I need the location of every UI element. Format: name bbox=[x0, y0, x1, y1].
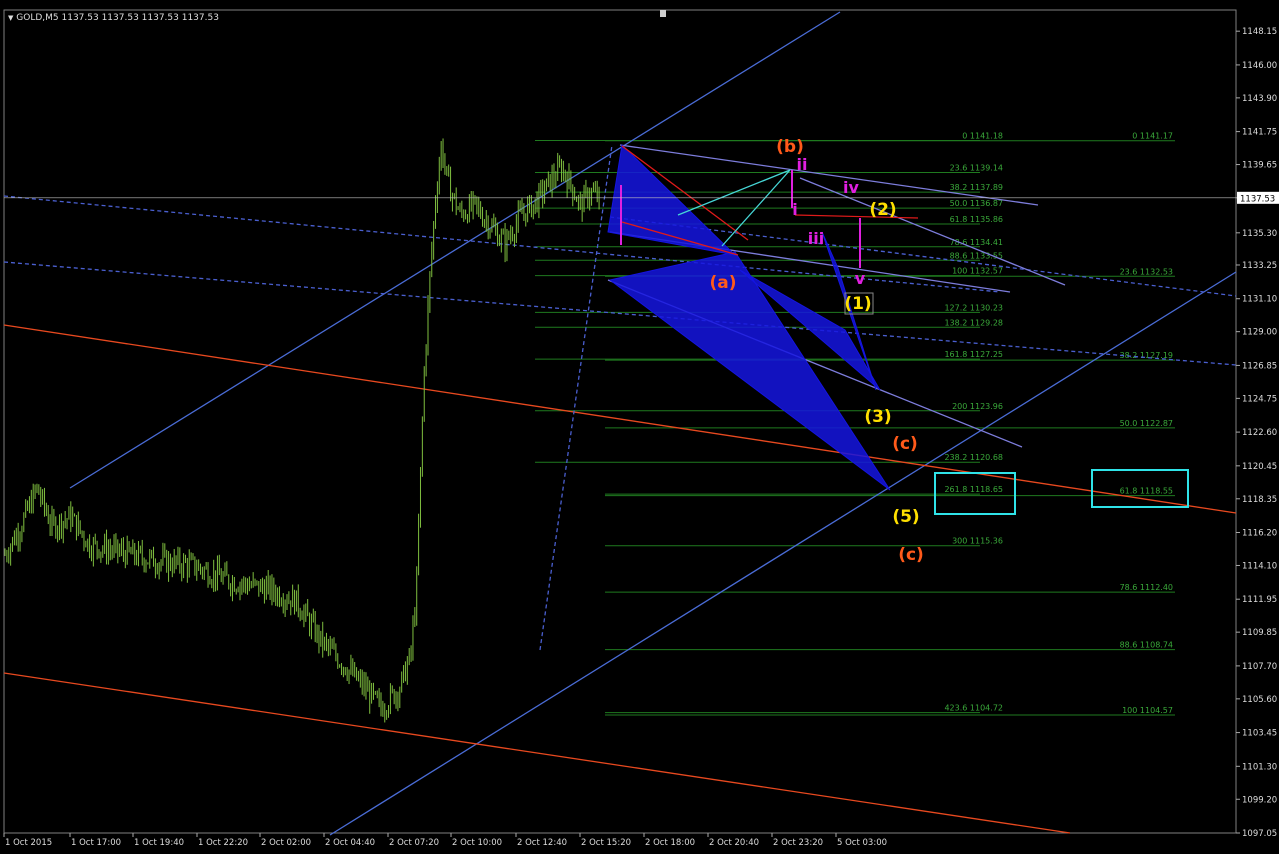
wave-label: v bbox=[855, 269, 866, 288]
time-tick-label: 1 Oct 22:20 bbox=[198, 838, 248, 848]
symbol-label: GOLD,M5 bbox=[16, 13, 59, 23]
time-tick-label: 2 Oct 07:20 bbox=[389, 838, 439, 848]
time-tick-label: 1 Oct 2015 bbox=[5, 838, 52, 848]
time-tick-label: 2 Oct 23:20 bbox=[773, 838, 823, 848]
price-tick-label: 1101.30 bbox=[1242, 762, 1277, 772]
fibo-level-label: 300 1115.36 bbox=[952, 537, 1003, 546]
scroll-handle[interactable] bbox=[660, 10, 666, 17]
price-tick-label: 1103.45 bbox=[1242, 729, 1277, 739]
price-tick-label: 1129.00 bbox=[1242, 328, 1277, 338]
price-tick-label: 1143.90 bbox=[1242, 94, 1277, 104]
purple-line-iv bbox=[799, 177, 1066, 286]
wave-label: iv bbox=[843, 178, 859, 197]
price-axis: 1148.15 1146.00 1143.90 1141.75 1139.65 1137.… bbox=[1236, 27, 1277, 839]
dashed-line-upper bbox=[3, 195, 1001, 293]
wave-label: (5) bbox=[892, 507, 919, 527]
fibo-level-label: 127.2 1130.23 bbox=[944, 303, 1003, 312]
price-tick-label: 1148.15 bbox=[1242, 27, 1277, 37]
current-price-label: 1137.53 bbox=[1240, 194, 1275, 204]
fibo-level-label: 38.2 1137.89 bbox=[950, 183, 1003, 192]
wave-label: (b) bbox=[776, 137, 804, 157]
time-axis: 1 Oct 2015 1 Oct 17:00 1 Oct 19:40 1 Oct 22… bbox=[3, 833, 887, 848]
fibo-extension-group: 0 1141.18 23.6 1139.14 38.2 1137.89 50.0 11… bbox=[535, 132, 1003, 714]
retrace-level-label: 78.6 1112.40 bbox=[1120, 583, 1173, 592]
price-tick-label: 1135.30 bbox=[1242, 229, 1277, 239]
price-tick-label: 1097.05 bbox=[1242, 829, 1277, 839]
wave-label: (3) bbox=[864, 407, 891, 427]
price-tick-label: 1111.95 bbox=[1242, 595, 1277, 605]
price-tick-label: 1109.85 bbox=[1242, 628, 1277, 638]
price-tick-label: 1114.10 bbox=[1242, 561, 1277, 571]
price-tick-label: 1116.20 bbox=[1242, 529, 1277, 539]
fibo-level-label: 23.6 1139.14 bbox=[950, 164, 1003, 173]
retrace-level-label: 0 1141.17 bbox=[1132, 132, 1173, 141]
time-tick-label: 1 Oct 17:00 bbox=[71, 838, 121, 848]
chart-header: ▼ GOLD,M5 1137.53 1137.53 1137.53 1137.5… bbox=[8, 13, 219, 23]
time-tick-label: 2 Oct 18:00 bbox=[645, 838, 695, 848]
dropdown-arrow-icon[interactable]: ▼ bbox=[8, 14, 13, 22]
price-tick-label: 1099.20 bbox=[1242, 795, 1277, 805]
time-tick-label: 2 Oct 20:40 bbox=[709, 838, 759, 848]
chart-window[interactable]: ▼ GOLD,M5 1137.53 1137.53 1137.53 1137.5… bbox=[0, 0, 1279, 850]
price-tick-label: 1122.60 bbox=[1242, 428, 1277, 438]
wave-label: i bbox=[792, 200, 797, 219]
candles-group bbox=[4, 138, 600, 723]
fibo-level-label: 423.6 1104.72 bbox=[944, 704, 1003, 713]
price-tick-label: 1105.60 bbox=[1242, 695, 1277, 705]
ohlc-values: 1137.53 1137.53 1137.53 1137.53 bbox=[61, 13, 219, 23]
red-channel-lower bbox=[3, 672, 1071, 834]
red-short-line bbox=[794, 214, 919, 219]
price-tick-label: 1139.65 bbox=[1242, 161, 1277, 171]
price-tick-label: 1126.85 bbox=[1242, 361, 1277, 371]
fibo-level-label: 0 1141.18 bbox=[962, 132, 1003, 141]
time-tick-label: 2 Oct 10:00 bbox=[452, 838, 502, 848]
fibo-level-label: 50.0 1136.87 bbox=[950, 199, 1003, 208]
wave-label: (2) bbox=[869, 200, 896, 220]
retrace-level-label: 61.8 1118.55 bbox=[1120, 487, 1173, 496]
dashed-line-vertical bbox=[539, 144, 613, 651]
retrace-level-label: 88.6 1108.74 bbox=[1120, 641, 1173, 650]
price-tick-label: 1141.75 bbox=[1242, 128, 1277, 138]
fibo-level-label: 100 1132.57 bbox=[952, 267, 1003, 276]
retrace-level-label: 23.6 1132.53 bbox=[1120, 267, 1173, 276]
price-tick-label: 1118.35 bbox=[1242, 495, 1277, 505]
time-tick-label: 2 Oct 04:40 bbox=[325, 838, 375, 848]
wave-label: (a) bbox=[709, 273, 736, 293]
red-channel-upper bbox=[3, 324, 1237, 514]
time-tick-label: 2 Oct 02:00 bbox=[261, 838, 311, 848]
price-tick-label: 1131.10 bbox=[1242, 295, 1277, 305]
plot-frame bbox=[3, 9, 1237, 834]
price-tick-label: 1133.25 bbox=[1242, 261, 1277, 271]
price-tick-label: 1120.45 bbox=[1242, 462, 1277, 472]
wave-label: (1) bbox=[844, 294, 871, 314]
fibo-level-label: 88.6 1133.55 bbox=[950, 251, 1003, 260]
retrace-level-label: 50.0 1122.87 bbox=[1120, 419, 1173, 428]
time-tick-label: 2 Oct 15:20 bbox=[581, 838, 631, 848]
price-tick-label: 1124.75 bbox=[1242, 394, 1277, 404]
fibo-level-label: 200 1123.96 bbox=[952, 402, 1003, 411]
time-tick-label: 1 Oct 19:40 bbox=[134, 838, 184, 848]
fibo-level-label: 161.8 1127.25 bbox=[944, 350, 1003, 359]
fibo-level-label: 61.8 1135.86 bbox=[950, 215, 1003, 224]
fibo-level-label: 261.8 1118.65 bbox=[944, 485, 1003, 494]
retrace-level-label: 100 1104.57 bbox=[1122, 706, 1173, 715]
wave-label: ii bbox=[797, 155, 808, 174]
time-tick-label: 5 Oct 03:00 bbox=[837, 838, 887, 848]
triangle-b bbox=[608, 251, 891, 491]
price-chart[interactable]: 0 1141.18 23.6 1139.14 38.2 1137.89 50.0 11… bbox=[0, 0, 1279, 850]
purple-channel-top bbox=[619, 144, 1039, 206]
fibo-level-label: 238.2 1120.68 bbox=[944, 453, 1003, 462]
price-tick-label: 1107.70 bbox=[1242, 662, 1277, 672]
wave-label: (c) bbox=[892, 434, 918, 454]
fibo-level-label: 138.2 1129.28 bbox=[944, 318, 1003, 327]
price-tick-label: 1146.00 bbox=[1242, 61, 1277, 71]
wave-label: (c) bbox=[898, 545, 924, 565]
time-tick-label: 2 Oct 12:40 bbox=[517, 838, 567, 848]
wave-label: iii bbox=[808, 229, 824, 248]
